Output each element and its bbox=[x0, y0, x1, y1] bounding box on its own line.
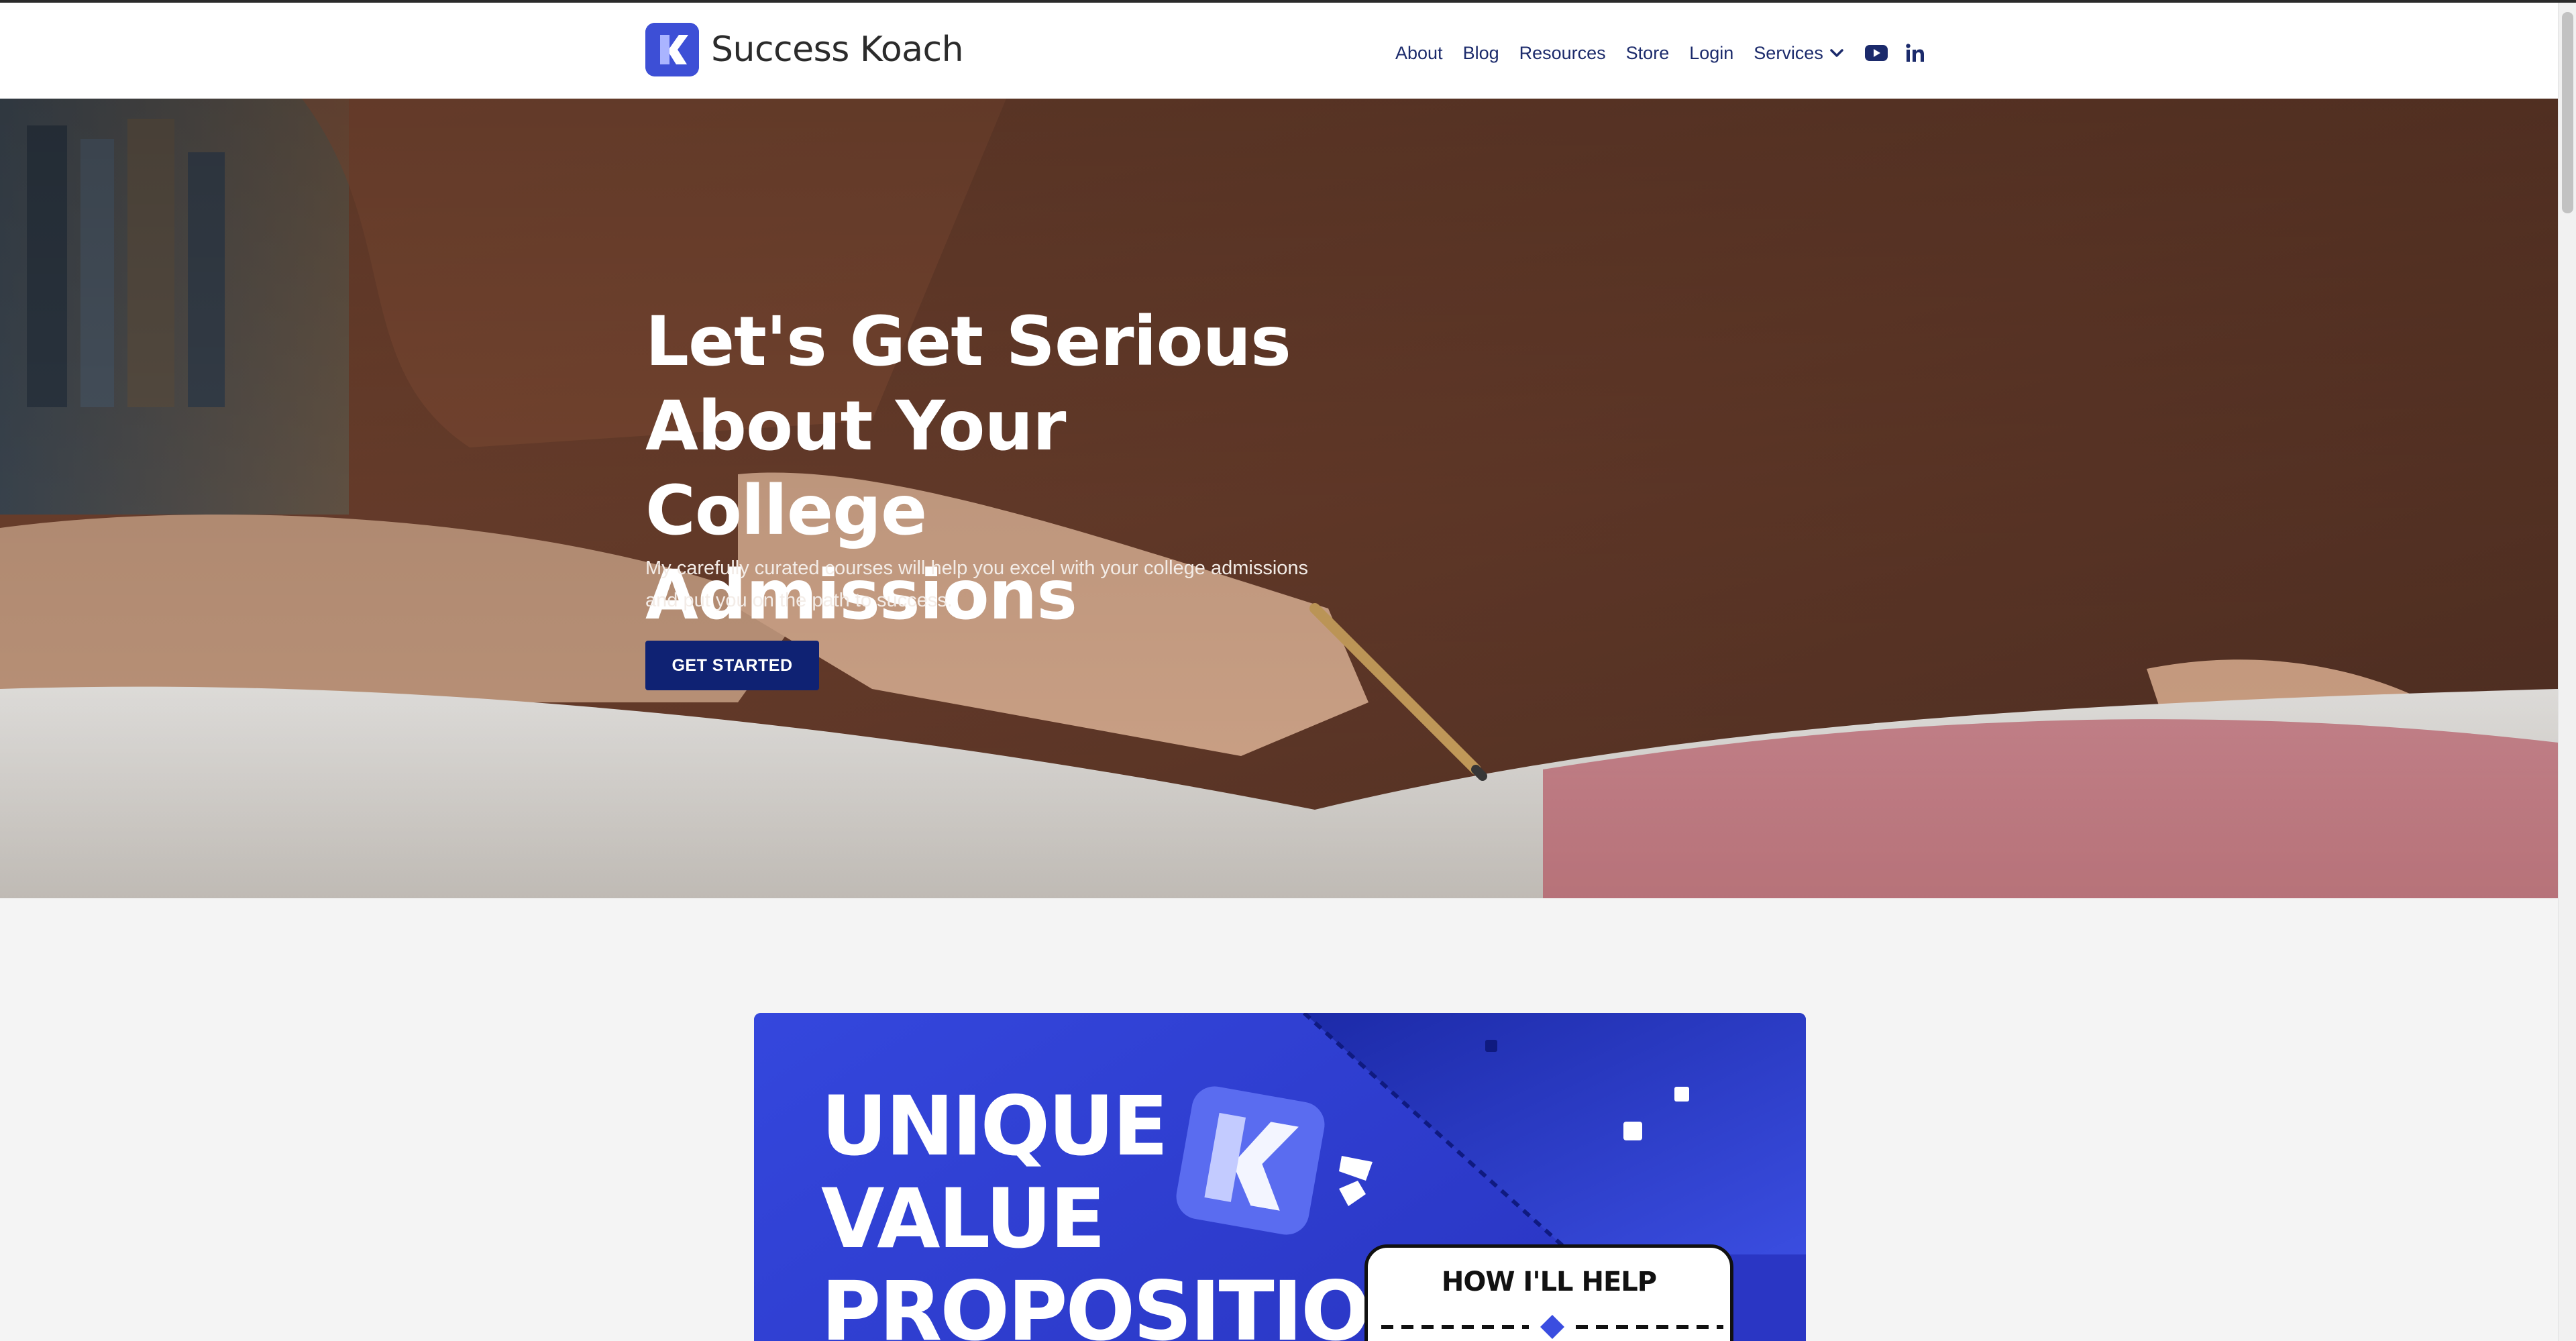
koach-logo-icon bbox=[645, 23, 699, 76]
scrollbar-thumb[interactable] bbox=[2562, 12, 2573, 213]
hero-section: Let's Get Serious About Your College Adm… bbox=[0, 99, 2558, 898]
nav-about[interactable]: About bbox=[1395, 43, 1443, 64]
site-logo[interactable]: Success Koach bbox=[645, 21, 964, 78]
dashed-divider bbox=[1381, 1315, 1723, 1339]
page-scrollbar[interactable] bbox=[2558, 3, 2576, 1341]
nav-blog[interactable]: Blog bbox=[1463, 43, 1499, 64]
get-started-button[interactable]: GET STARTED bbox=[645, 641, 819, 690]
site-header: Success Koach About Blog Resources Store… bbox=[0, 3, 2558, 99]
hero-subtitle: My carefully curated courses will help y… bbox=[645, 557, 1309, 611]
nav-login[interactable]: Login bbox=[1689, 43, 1733, 64]
main-nav: About Blog Resources Store Login Service… bbox=[1395, 36, 1943, 70]
nav-services-dropdown[interactable]: Services bbox=[1754, 43, 1845, 64]
koach-logo-icon bbox=[1176, 1086, 1325, 1235]
how-ill-help-card: HOW I'LL HELP bbox=[1364, 1244, 1733, 1341]
chevron-down-icon bbox=[1830, 49, 1843, 57]
help-card-title: HOW I'LL HELP bbox=[1441, 1267, 1657, 1297]
youtube-icon[interactable] bbox=[1864, 44, 1888, 62]
linkedin-icon[interactable] bbox=[1905, 43, 1925, 63]
nav-services-label: Services bbox=[1754, 42, 1823, 63]
nav-resources[interactable]: Resources bbox=[1519, 43, 1606, 64]
brand-name: Success Koach bbox=[711, 30, 964, 70]
value-proposition-banner: UNIQUE VALUE PROPOSITION HOW I'LL HELP bbox=[754, 1013, 1806, 1341]
nav-store[interactable]: Store bbox=[1626, 43, 1670, 64]
